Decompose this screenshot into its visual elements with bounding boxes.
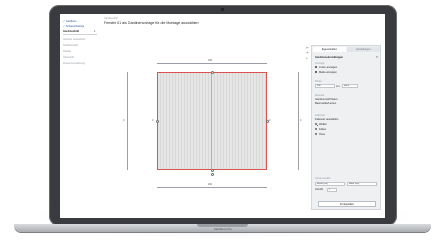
undo-icon[interactable]: ↶ [306, 47, 309, 50]
nav-sub-item[interactable]: Übersicht [63, 56, 74, 59]
group-anzeige-title: Anzeige [315, 62, 325, 65]
nav-sub-item[interactable]: Stoffauswahl [63, 44, 78, 47]
quantity-label: Anzahl [315, 188, 323, 191]
left-dimension-line [127, 72, 128, 170]
group-breite-title: Breite [315, 80, 322, 83]
fold-wellen-radio[interactable] [315, 123, 318, 126]
nav-sub-item[interactable]: Details [63, 50, 71, 53]
show-lines-checkbox[interactable] [315, 66, 318, 69]
group-faltenart-title: Faltenart [315, 114, 326, 117]
nav-step-badge: 1 [94, 30, 96, 33]
nav-item-gardinen[interactable]: ✓ Gardinen [63, 20, 77, 23]
zoom-icon[interactable]: + [306, 57, 308, 60]
curtain-center-seam [211, 72, 212, 170]
left-navigation: ✓ Gardinen ✓ Schiene/Stange Gardinenbild… [60, 14, 100, 218]
move-handle[interactable] [210, 173, 214, 176]
camera-icon [221, 8, 224, 11]
show-dims-label: Maße anzeigen [319, 71, 337, 74]
device-brand-label: MacBook Pro [213, 227, 232, 231]
design-canvas[interactable]: 200 200 0 0 0 0 [102, 26, 307, 188]
fold-wellen-label: Wellen [319, 123, 327, 126]
show-dims-checkbox[interactable] [315, 71, 318, 74]
material-line2: Baumwolle/Leinen [315, 102, 337, 105]
total-height-field[interactable]: Höhe (cm) [347, 182, 377, 186]
top-dimension-line [157, 63, 267, 64]
redo-icon[interactable]: ↷ [306, 52, 309, 55]
nav-item-gardinenbild[interactable]: Gardinenbild [63, 30, 79, 33]
right-dimension-label: 0 [300, 119, 302, 122]
show-lines-label: Linien anzeigen [319, 66, 338, 69]
resize-handle-top[interactable] [210, 70, 214, 74]
left-dimension-label: 0 [123, 119, 125, 122]
nav-sub-item[interactable]: Zusammenfassung [63, 62, 85, 65]
resize-handle-left[interactable] [155, 119, 159, 123]
bottom-dimension-label: 200 [208, 183, 212, 186]
breadcrumb[interactable]: Gardinenbild [104, 17, 118, 20]
resize-handle-right[interactable] [265, 119, 269, 123]
top-dimension-label: 200 [208, 59, 212, 62]
group-gesamtmasse-title: Gesamtmaße [315, 177, 331, 180]
close-icon[interactable]: × [376, 55, 378, 59]
curtain-left-label: 0 [152, 119, 154, 122]
finish-button[interactable]: Fertigstellen [318, 201, 376, 207]
nav-divider [63, 34, 97, 35]
height-mode-select[interactable]: Hoch [342, 84, 358, 88]
curtain-panel[interactable] [157, 72, 267, 170]
nav-sub-item[interactable]: Gardine auswählen [63, 38, 85, 41]
laptop-screen: ✓ Gardinen ✓ Schiene/Stange Gardinenbild… [60, 14, 385, 218]
fold-oesen-radio[interactable] [315, 133, 318, 136]
page-title: Fenster 01 als Gardinenvorlage für die M… [104, 21, 199, 25]
nav-item-schiene[interactable]: ✓ Schiene/Stange [63, 25, 84, 28]
tab-einstellungen[interactable]: Einstellungen [347, 47, 380, 52]
group-material-title: Material [315, 94, 325, 97]
faltenart-subtitle: Faltenart auswählen [315, 118, 339, 121]
total-width-field[interactable]: Breite (cm) [315, 182, 345, 186]
tab-eigenschaften[interactable]: Eigenschaften [313, 47, 346, 52]
properties-panel: Eigenschaften Einstellungen Gardineneins… [311, 45, 381, 210]
fold-falten-radio[interactable] [315, 128, 318, 131]
fold-falten-label: Falten [319, 128, 327, 131]
width-input[interactable]: 200 [315, 84, 335, 88]
quantity-input[interactable]: 1 [327, 187, 337, 192]
width-unit: cm [336, 84, 340, 88]
resize-handle-bottom[interactable] [210, 168, 214, 172]
fold-oesen-label: Ösen [319, 133, 326, 136]
curtain-right-label: 0 [269, 119, 271, 122]
material-line1: Gardinenstoff Natur [315, 98, 338, 101]
right-dimension-line [298, 72, 299, 170]
panel-heading: Gardineneinstellungen [315, 56, 344, 59]
bottom-dimension-line [157, 187, 267, 188]
